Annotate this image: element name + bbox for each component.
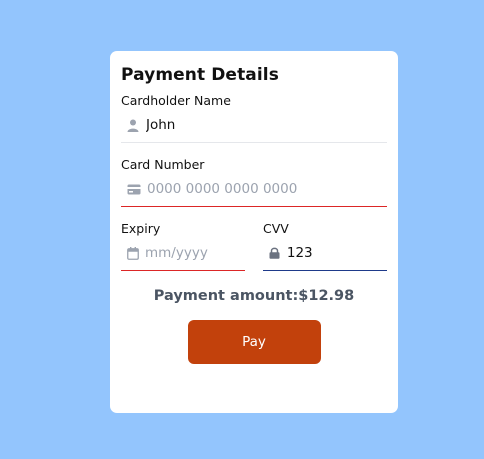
pay-button-wrap: Pay [121, 320, 387, 364]
expiry-field[interactable] [121, 236, 245, 271]
card-number-group: Card Number [121, 157, 387, 207]
cvv-group: CVV [263, 221, 387, 271]
pay-button[interactable]: Pay [187, 320, 321, 364]
expiry-label: Expiry [121, 221, 161, 236]
cardholder-label: Cardholder Name [121, 93, 231, 108]
expiry-input[interactable] [145, 245, 245, 261]
payment-card: Payment Details Cardholder Name Card Num… [110, 51, 398, 413]
cardholder-field[interactable] [121, 108, 387, 143]
payment-amount: Payment amount:$12.98 [153, 288, 355, 304]
calendar-icon [127, 246, 139, 260]
expiry-cvv-row: Expiry CVV [121, 221, 387, 271]
cvv-input[interactable] [286, 245, 387, 261]
expiry-group: Expiry [121, 221, 245, 271]
card-number-input[interactable] [147, 181, 387, 197]
card-number-field[interactable] [121, 172, 387, 207]
cvv-field[interactable] [263, 236, 387, 271]
cvv-label: CVV [263, 221, 289, 236]
user-icon [127, 118, 140, 132]
form-title: Payment Details [121, 65, 279, 85]
cardholder-input[interactable] [145, 117, 387, 133]
cardholder-group: Cardholder Name [121, 93, 387, 143]
card-number-label: Card Number [121, 157, 205, 172]
credit-card-icon [127, 182, 141, 196]
lock-icon [269, 246, 281, 260]
